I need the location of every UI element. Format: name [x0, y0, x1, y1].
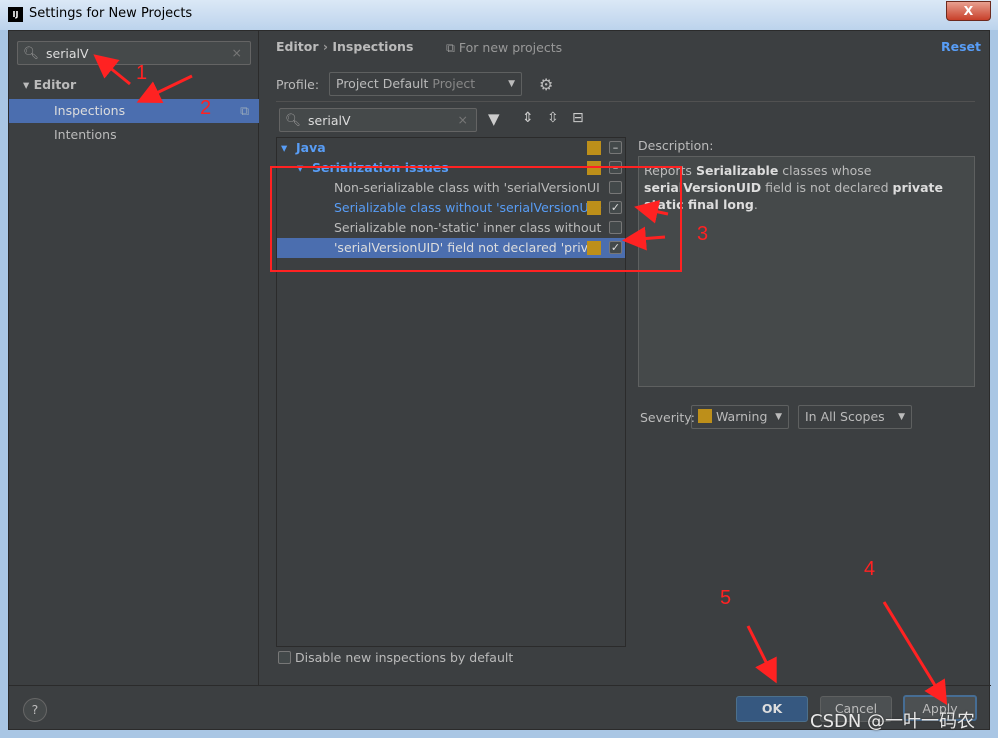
annotation-arrow: [882, 601, 948, 706]
annotation-arrow: [136, 74, 193, 104]
annotation-label: 2: [200, 97, 212, 119]
annotation-label: 5: [720, 587, 732, 609]
annotation-arrow: [622, 226, 666, 251]
annotation-arrow: [746, 625, 777, 684]
annotation-arrow: [93, 54, 131, 86]
annotation-box: [270, 166, 682, 272]
watermark: CSDN @一叶一码农: [810, 711, 976, 732]
annotation-arrow: [634, 200, 669, 224]
annotation-overlay: [93, 54, 948, 706]
annotation-label: 3: [697, 223, 709, 245]
annotation-label: 1: [136, 62, 148, 84]
annotation-label: 4: [864, 558, 876, 580]
